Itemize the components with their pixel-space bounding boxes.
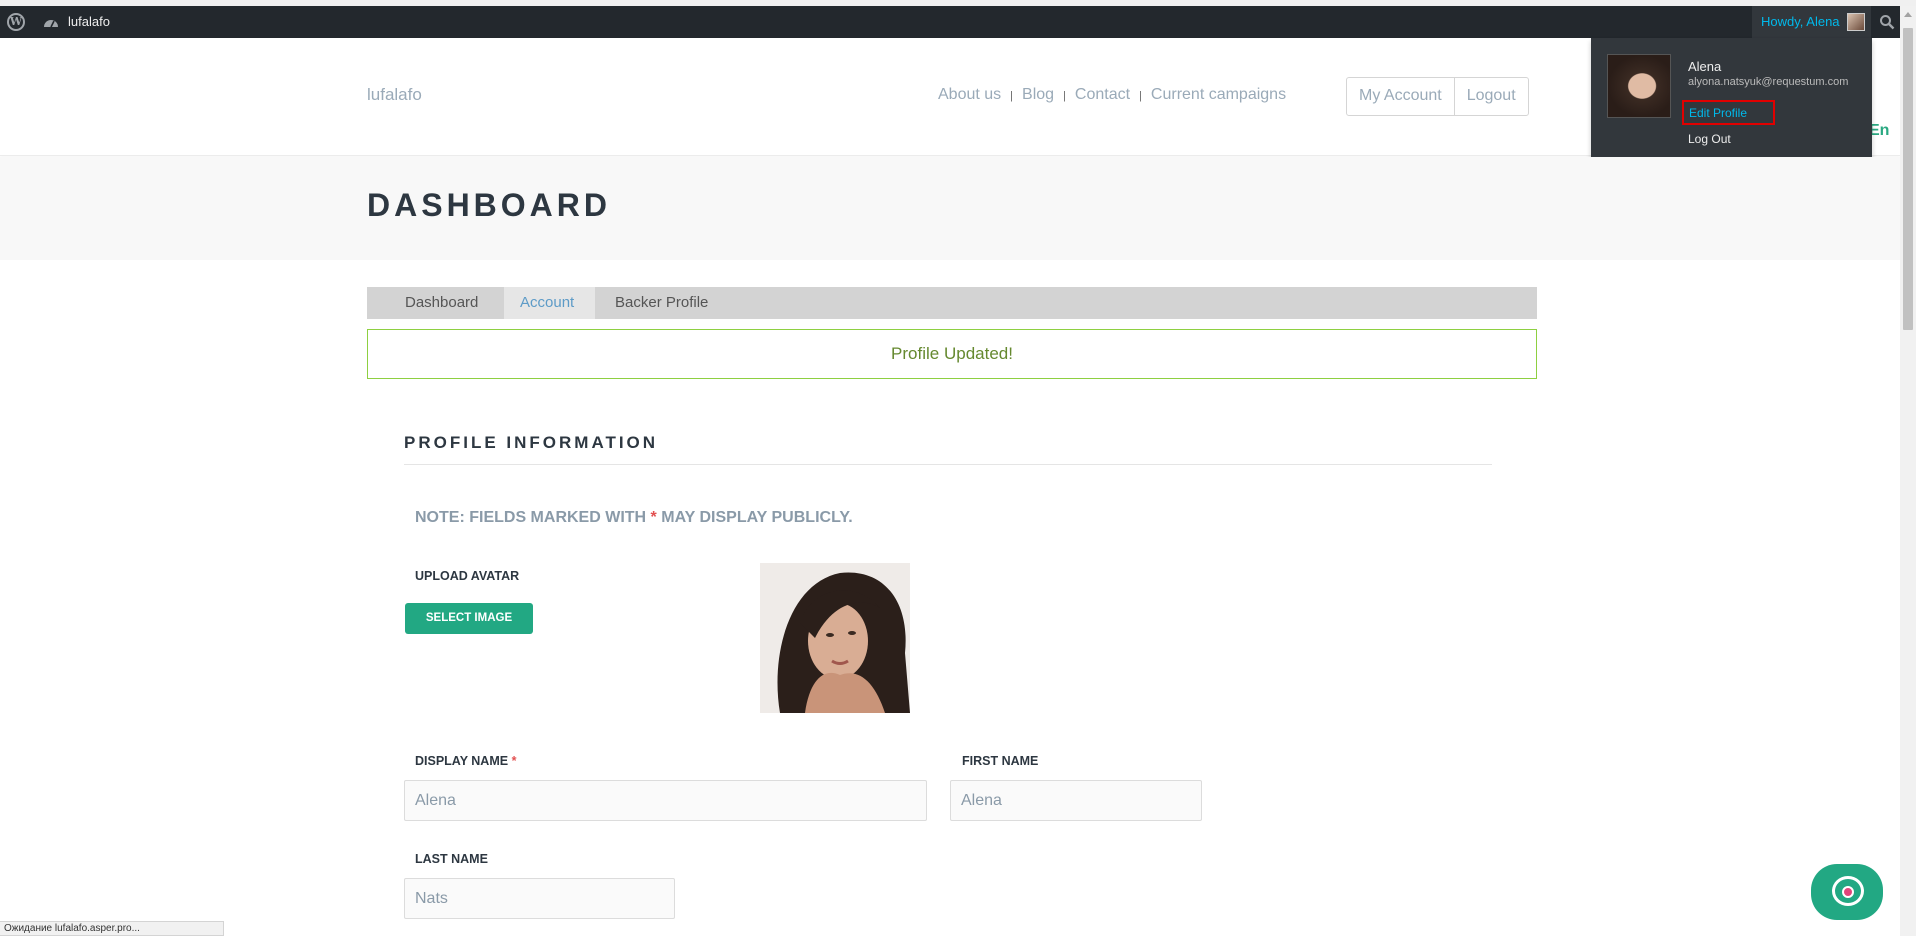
tab-dashboard[interactable]: Dashboard [405, 287, 478, 319]
scroll-up-arrow-icon[interactable] [1904, 12, 1912, 17]
last-name-label: LAST NAME [415, 852, 488, 866]
search-icon[interactable] [1879, 14, 1895, 30]
page-hero: DASHBOARD [0, 157, 1900, 260]
display-name-label: DISPLAY NAME * [415, 754, 516, 768]
last-name-field[interactable]: Nats [404, 878, 675, 919]
admin-bar: W lufalafo Howdy, Alena [0, 6, 1900, 38]
first-name-field[interactable]: Alena [950, 780, 1202, 821]
nav-separator: | [1063, 90, 1066, 102]
dropdown-user-name[interactable]: Alena [1688, 59, 1721, 74]
admin-bar-site-name[interactable]: lufalafo [68, 14, 110, 29]
tab-backer-profile[interactable]: Backer Profile [615, 287, 708, 319]
main-nav: About us | Blog | Contact | Current campaigns [938, 86, 1286, 104]
required-star: * [511, 754, 517, 768]
note-text: MAY DISPLAY PUBLICLY. [661, 509, 853, 526]
display-name-label-text: DISPLAY NAME [415, 754, 509, 768]
dropdown-user-email: alyona.natsyuk@requestum.com [1688, 76, 1849, 88]
display-name-field[interactable]: Alena [404, 780, 927, 821]
nav-item-blog[interactable]: Blog [1022, 86, 1054, 103]
nav-item-campaigns[interactable]: Current campaigns [1151, 86, 1286, 103]
edit-profile-link[interactable]: Edit Profile [1682, 100, 1775, 125]
avatar [1607, 54, 1671, 118]
howdy-text: Howdy, Alena [1761, 14, 1840, 29]
nav-separator: | [1010, 90, 1014, 102]
profile-updated-notice: Profile Updated! [367, 329, 1537, 379]
scrollbar-thumb[interactable] [1903, 28, 1913, 330]
first-name-label: FIRST NAME [962, 754, 1039, 768]
account-button-group: My Account Logout [1346, 77, 1529, 116]
section-divider [404, 464, 1492, 465]
profile-avatar-image [760, 563, 910, 713]
avatar-photo [760, 563, 910, 713]
avatar [1847, 13, 1865, 31]
profile-information-title: PROFILE INFORMATION [404, 433, 659, 452]
site-brand[interactable]: lufalafo [367, 85, 422, 105]
chat-widget-button[interactable] [1811, 864, 1883, 920]
chat-indicator-icon [1842, 886, 1854, 898]
public-fields-note: NOTE: FIELDS MARKED WITH * MAY DISPLAY P… [415, 509, 853, 527]
dashboard-gauge-icon[interactable] [43, 15, 59, 29]
page-title: DASHBOARD [367, 187, 611, 223]
dashboard-tabs: Dashboard Account Backer Profile [367, 287, 1537, 319]
admin-bar-user-menu[interactable]: Howdy, Alena [1752, 6, 1871, 38]
log-out-link[interactable]: Log Out [1688, 132, 1731, 146]
select-image-button[interactable]: SELECT IMAGE [405, 603, 533, 634]
note-text: NOTE: FIELDS MARKED WITH [415, 509, 647, 526]
page-scrollbar[interactable] [1900, 6, 1916, 936]
logout-button[interactable]: Logout [1453, 78, 1528, 115]
required-star: * [650, 509, 657, 526]
wordpress-logo-icon[interactable]: W [7, 13, 25, 31]
browser-status-bar: Ожидание lufalafo.asper.pro... [0, 921, 224, 936]
user-dropdown: Alena alyona.natsyuk@requestum.com Edit … [1591, 38, 1872, 165]
nav-item-contact[interactable]: Contact [1075, 86, 1130, 103]
nav-item-about[interactable]: About us [938, 86, 1001, 103]
my-account-button[interactable]: My Account [1347, 78, 1454, 115]
nav-separator: | [1139, 90, 1142, 102]
language-switcher[interactable]: En [1869, 122, 1889, 140]
tab-account[interactable]: Account [504, 287, 595, 319]
upload-avatar-label: UPLOAD AVATAR [415, 569, 520, 583]
